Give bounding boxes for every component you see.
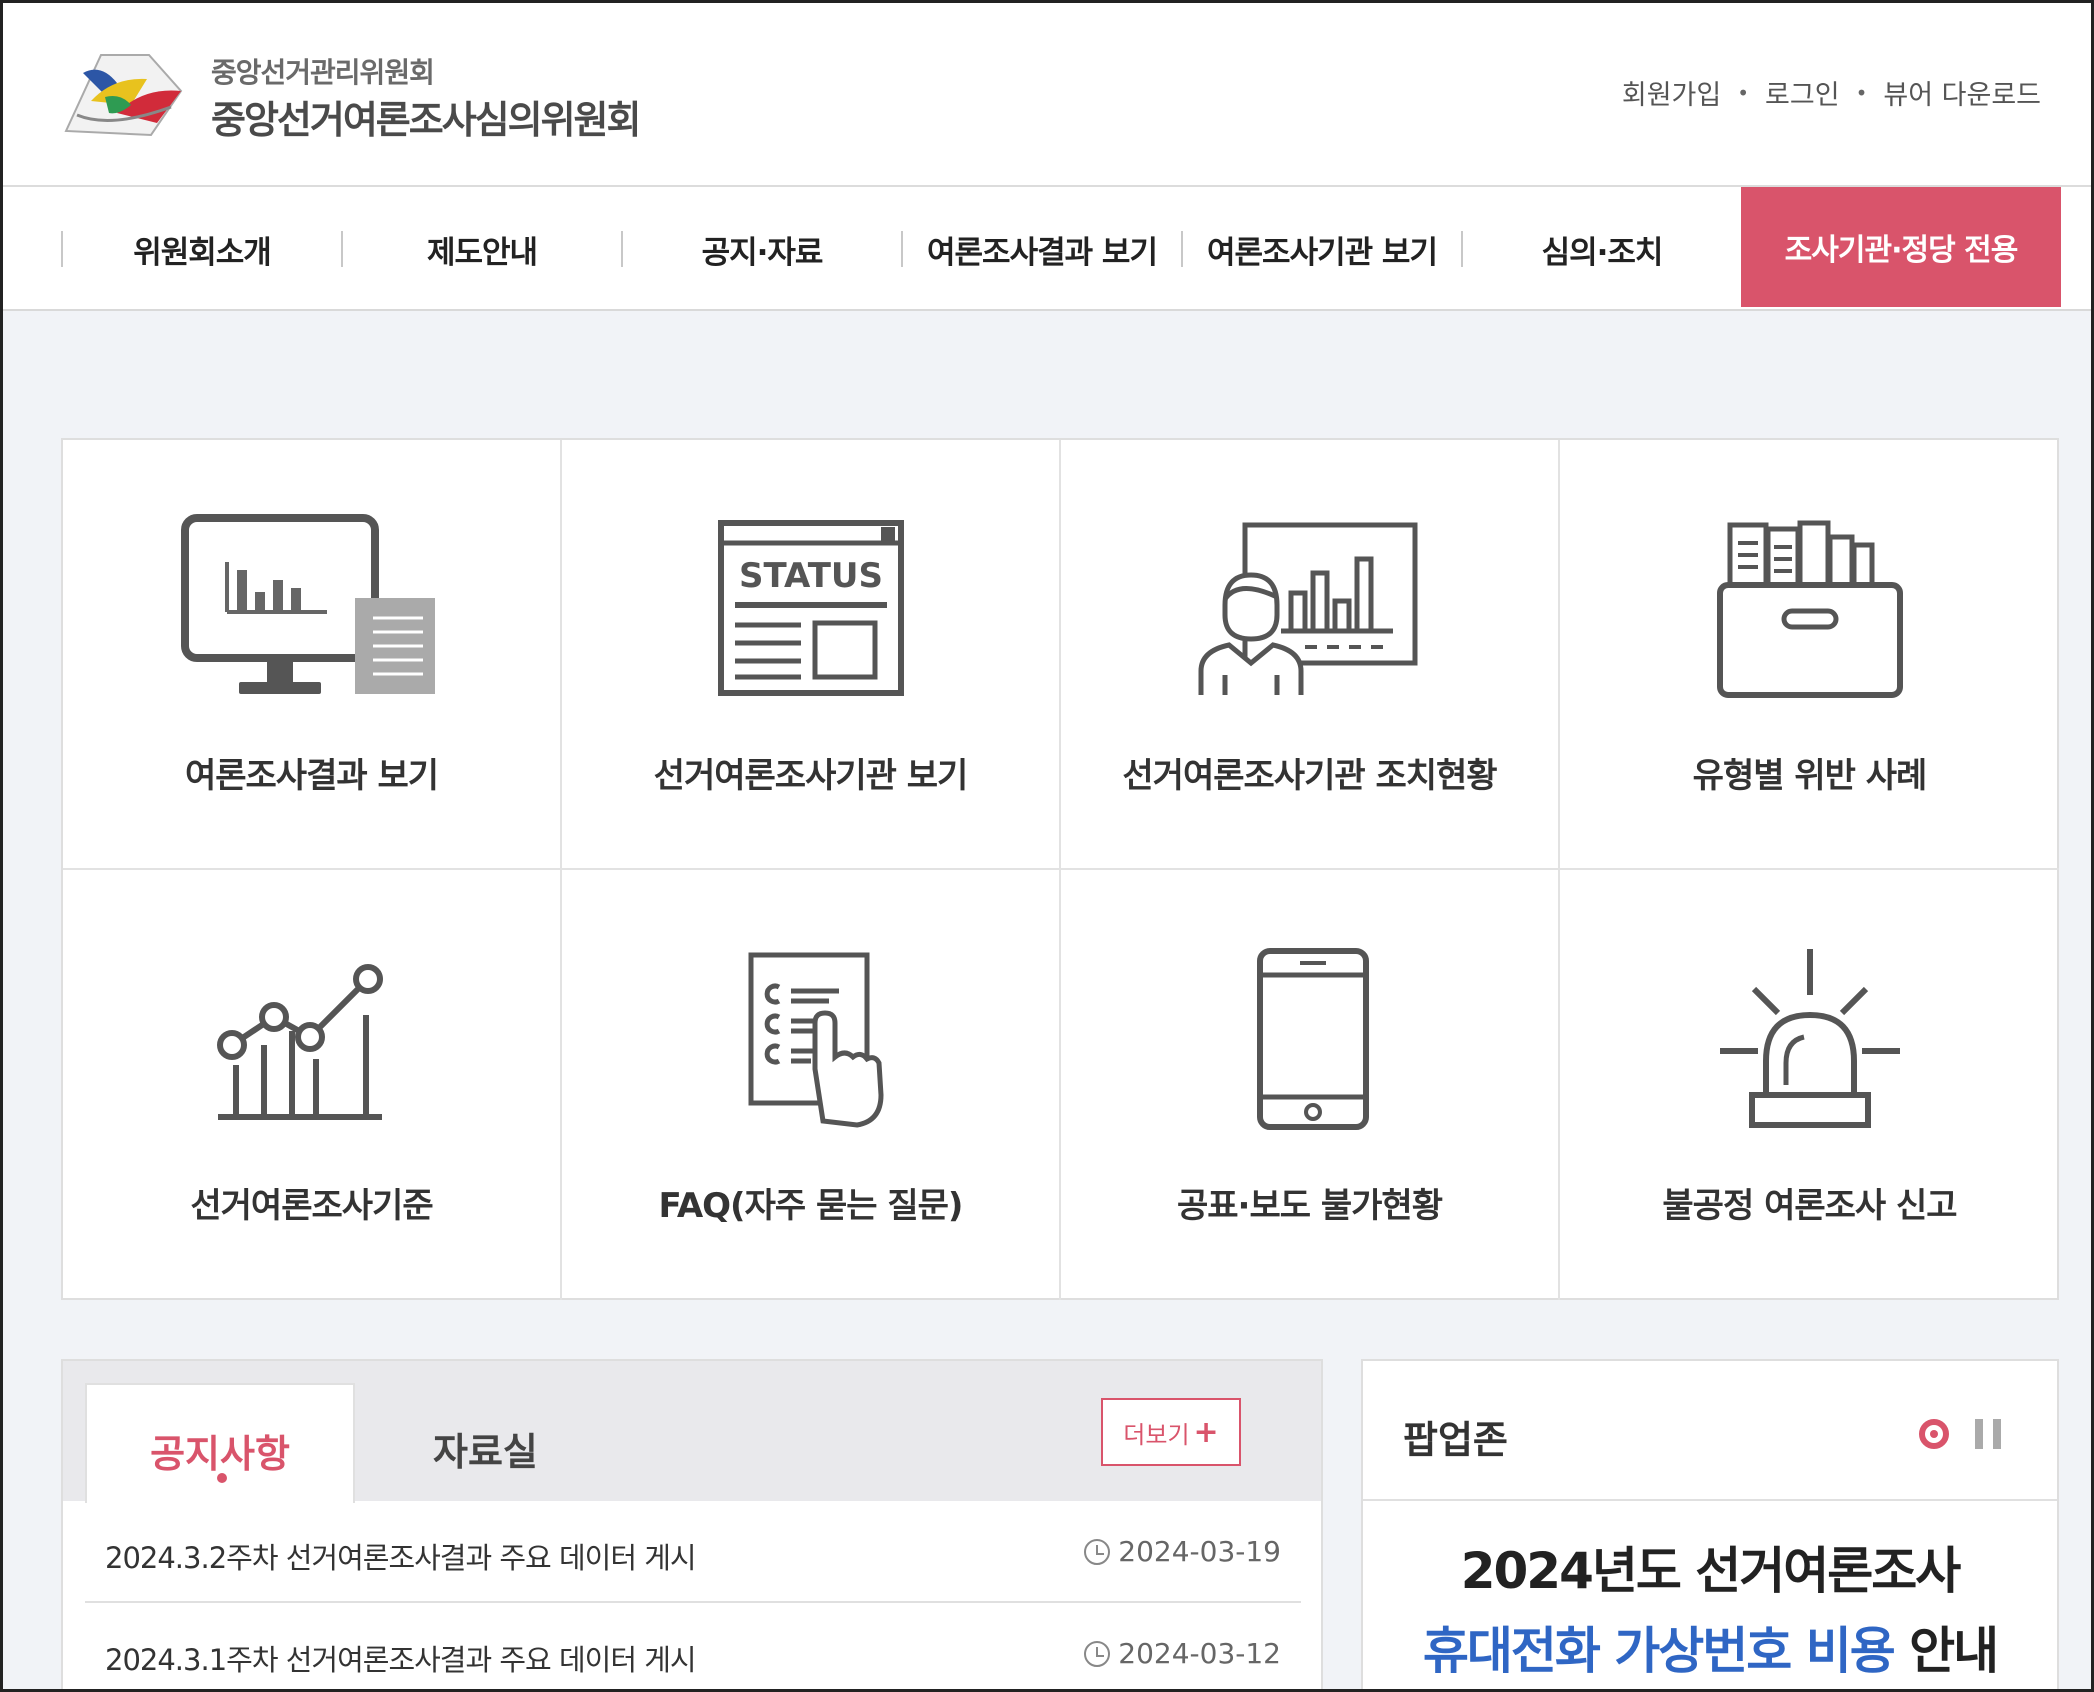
nav-item-poll-results[interactable]: 여론조사결과 보기 <box>903 187 1181 311</box>
file-box-icon <box>1670 510 1950 710</box>
tab-notices[interactable]: 공지사항 <box>85 1383 355 1503</box>
separator-dot: • <box>1855 80 1868 105</box>
nav-item-committee[interactable]: 위원회소개 <box>63 187 341 311</box>
nav-item-system-guide[interactable]: 제도안내 <box>343 187 621 311</box>
popup-banner-highlight: 휴대전화 가상번호 비용 <box>1422 1622 1896 1680</box>
active-tab-dot <box>217 1473 227 1483</box>
siren-icon <box>1670 940 1950 1140</box>
list-item[interactable]: 2024.3.1주차 선거여론조사결과 주요 데이터 게시 2024-03-12 <box>85 1605 1301 1689</box>
logo-main-text: 중앙선거여론조사심의위원회 <box>211 98 641 142</box>
tile-agency-actions[interactable]: 선거여론조사기관 조치현황 <box>1061 440 1560 870</box>
monitor-chart-icon <box>172 510 452 710</box>
notice-date-text: 2024-03-19 <box>1118 1535 1281 1568</box>
site-logo[interactable]: 중앙선거관리위원회 중앙선거여론조사심의위원회 <box>61 43 641 143</box>
more-button[interactable]: 더보기 + <box>1101 1398 1241 1466</box>
tile-label: FAQ(자주 묻는 질문) <box>658 1186 964 1226</box>
nav-item-notice-data[interactable]: 공지·자료 <box>623 187 901 311</box>
popup-play-indicator-icon[interactable] <box>1919 1419 1949 1449</box>
notice-date-text: 2024-03-12 <box>1118 1637 1281 1670</box>
viewer-download-link[interactable]: 뷰어 다운로드 <box>1883 73 2041 112</box>
election-bird-logo-icon <box>64 54 183 137</box>
notice-title[interactable]: 2024.3.2주차 선거여론조사결과 주요 데이터 게시 <box>105 1535 697 1577</box>
more-button-label: 더보기 <box>1123 1420 1190 1449</box>
line-graph-icon <box>172 940 452 1140</box>
plus-icon: + <box>1193 1414 1219 1450</box>
presenter-chart-icon <box>1170 510 1450 710</box>
tile-poll-results[interactable]: 여론조사결과 보기 <box>63 440 562 870</box>
board-tab-bar: 공지사항 자료실 더보기 + <box>63 1361 1321 1503</box>
svg-text:STATUS: STATUS <box>738 556 882 596</box>
notice-board: 공지사항 자료실 더보기 + 2024.3.2주차 선거여론조사결과 주요 데이… <box>61 1359 1323 1689</box>
popup-zone-header: 팝업존 <box>1363 1361 2057 1501</box>
tile-label: 공표·보도 불가현황 <box>1177 1186 1443 1226</box>
page: 중앙선거관리위원회 중앙선거여론조사심의위원회 회원가입 • 로그인 • 뷰어 … <box>0 0 2094 1692</box>
tile-publication-ban[interactable]: 공표·보도 불가현황 <box>1061 870 1560 1300</box>
logo-sub-text: 중앙선거관리위원회 <box>211 56 435 89</box>
notice-date: 2024-03-12 <box>1084 1637 1281 1670</box>
main-nav: 위원회소개 제도안내 공지·자료 여론조사결과 보기 여론조사기관 보기 심의·… <box>3 187 2091 311</box>
checklist-hand-icon <box>671 940 951 1140</box>
tile-label: 유형별 위반 사례 <box>1692 756 1928 796</box>
nav-agency-party-only-button[interactable]: 조사기관·정당 전용 <box>1741 187 2061 307</box>
popup-banner-line2[interactable]: 휴대전화 가상번호 비용 안내 <box>1363 1611 2057 1683</box>
separator-dot: • <box>1737 80 1750 105</box>
clock-icon <box>1084 1538 1111 1565</box>
signup-link[interactable]: 회원가입 <box>1622 73 1721 112</box>
top-header: 중앙선거관리위원회 중앙선거여론조사심의위원회 회원가입 • 로그인 • 뷰어 … <box>3 3 2091 187</box>
login-link[interactable]: 로그인 <box>1765 73 1840 112</box>
tile-faq[interactable]: FAQ(자주 묻는 질문) <box>562 870 1061 1300</box>
utility-links: 회원가입 • 로그인 • 뷰어 다운로드 <box>1622 73 2041 112</box>
mobile-phone-icon <box>1170 940 1450 1140</box>
pause-icon[interactable] <box>1975 1419 2003 1449</box>
tile-label: 선거여론조사기관 보기 <box>653 756 969 796</box>
notice-date: 2024-03-19 <box>1084 1535 1281 1568</box>
popup-zone-title: 팝업존 <box>1403 1418 1508 1462</box>
clock-icon <box>1084 1640 1111 1667</box>
quick-menu-grid: 여론조사결과 보기 STATUS 선거여론조사기관 보기 선거여론조사기관 조치… <box>61 438 2059 1300</box>
popup-banner-rest: 안내 <box>1893 1622 1999 1680</box>
nav-item-poll-agencies[interactable]: 여론조사기관 보기 <box>1183 187 1461 311</box>
popup-zone: 팝업존 2024년도 선거여론조사 휴대전화 가상번호 비용 안내 <box>1361 1359 2059 1689</box>
tile-label: 선거여론조사기준 <box>190 1186 433 1226</box>
tile-label: 여론조사결과 보기 <box>184 756 439 796</box>
tile-poll-standards[interactable]: 선거여론조사기준 <box>63 870 562 1300</box>
tab-archive[interactable]: 자료실 <box>433 1421 538 1476</box>
nav-item-review-action[interactable]: 심의·조치 <box>1463 187 1741 311</box>
tile-violation-cases[interactable]: 유형별 위반 사례 <box>1560 440 2059 870</box>
popup-banner-line1[interactable]: 2024년도 선거여론조사 <box>1363 1531 2057 1603</box>
list-item[interactable]: 2024.3.2주차 선거여론조사결과 주요 데이터 게시 2024-03-19 <box>85 1503 1301 1603</box>
tile-unfair-poll-report[interactable]: 불공정 여론조사 신고 <box>1560 870 2059 1300</box>
tile-label: 선거여론조사기관 조치현황 <box>1122 756 1497 796</box>
tab-notices-label: 공지사항 <box>150 1432 290 1476</box>
status-document-icon: STATUS <box>671 510 951 710</box>
notice-title[interactable]: 2024.3.1주차 선거여론조사결과 주요 데이터 게시 <box>105 1637 697 1679</box>
tile-poll-agencies[interactable]: STATUS 선거여론조사기관 보기 <box>562 440 1061 870</box>
tile-label: 불공정 여론조사 신고 <box>1662 1186 1957 1226</box>
